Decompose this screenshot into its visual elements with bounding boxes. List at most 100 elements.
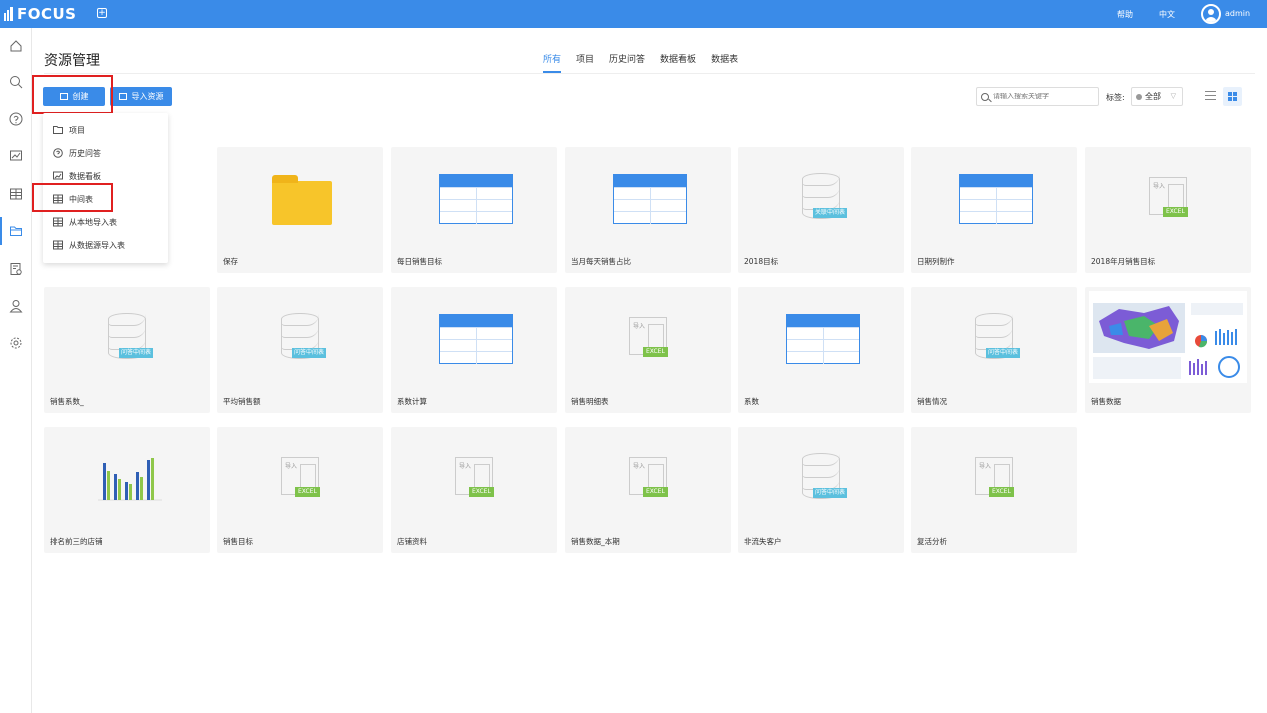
resource-card[interactable]: 保存 [217,147,383,273]
card-name: 复活分析 [917,537,947,546]
resource-card[interactable]: 导入 EXCEL 销售目标 [217,427,383,553]
table-thumbnail-icon [786,314,860,364]
question-icon [53,148,63,158]
database-thumbnail-icon: 问答中间表 [975,313,1021,359]
card-name: 销售系数_ [50,397,84,406]
highlight-create [32,75,113,114]
logo[interactable]: FOCUS [4,5,77,23]
resource-card[interactable]: 关联中间表 2018目标 [738,147,904,273]
table-thumbnail-icon [439,174,513,224]
tab-all[interactable]: 所有 [543,50,562,73]
db-badge: 关联中间表 [813,208,848,218]
import-badge: 导入 [979,463,992,470]
sidebar-item-qa[interactable] [0,101,32,137]
tab-dashboards[interactable]: 数据看板 [660,50,696,73]
help-link[interactable]: 帮助 [1117,9,1133,20]
home-icon [10,40,22,52]
new-tab-button[interactable]: + [97,8,107,18]
database-thumbnail-icon: 问答中间表 [108,313,154,359]
avatar[interactable] [1201,4,1221,24]
import-icon [118,93,127,100]
import-badge: 导入 [285,463,298,470]
sidebar-item-search[interactable] [0,64,32,100]
resource-card[interactable]: 问答中间表 非流失客户 [738,427,904,553]
grid-view-icon[interactable] [1223,87,1242,106]
tab-history-qa[interactable]: 历史问答 [609,50,645,73]
resource-card[interactable]: 导入 EXCEL 销售明细表 [565,287,731,413]
chevron-down-icon: ▽ [1170,92,1176,100]
highlight-intermediate-table [32,183,113,212]
table-thumbnail-icon [613,174,687,224]
sidebar-item-resources[interactable] [0,213,32,249]
folder-icon [53,126,63,134]
resource-card[interactable]: 当月每天销售占比 [565,147,731,273]
sidebar-item-home[interactable] [0,28,32,64]
table-icon [53,240,63,250]
tab-tables[interactable]: 数据表 [711,50,738,73]
excel-thumbnail-icon: 导入 EXCEL [629,317,668,357]
menu-item-import-local[interactable]: 从本地导入表 [53,215,117,229]
resource-card[interactable]: 问答中间表 销售情况 [911,287,1077,413]
search-icon [10,76,23,89]
resource-card[interactable]: 导入 EXCEL 2018年月销售目标 [1085,147,1251,273]
import-badge: 导入 [633,463,646,470]
resource-card[interactable]: 问答中间表销售系数_ [44,287,210,413]
search-icon [981,92,989,101]
bar-chart-thumbnail-icon [98,458,162,501]
database-thumbnail-icon: 问答中间表 [802,453,848,499]
sidebar-item-settings[interactable] [0,325,32,361]
language-link[interactable]: 中文 [1159,9,1175,20]
list-view-icon[interactable] [1205,91,1216,101]
menu-item-project[interactable]: 项目 [53,123,85,137]
table-icon [53,217,63,227]
card-name: 销售目标 [223,537,253,546]
db-badge: 问答中间表 [119,348,154,358]
tag-label: 标签: [1106,93,1125,102]
card-name: 系数计算 [397,397,427,406]
user-name[interactable]: admin [1225,9,1250,18]
menu-item-history-qa[interactable]: 历史问答 [53,146,101,160]
excel-thumbnail-icon: 导入 EXCEL [975,457,1014,497]
sidebar-item-dashboard[interactable] [0,138,32,174]
resource-card[interactable]: 系数 [738,287,904,413]
card-name: 当月每天销售占比 [571,257,631,266]
search-box[interactable] [976,87,1099,106]
excel-thumbnail-icon: 导入 EXCEL [455,457,494,497]
sidebar-item-users[interactable] [0,288,32,324]
card-name: 日期列制作 [917,257,955,266]
card-name: 2018年月销售目标 [1091,257,1156,266]
database-thumbnail-icon: 问答中间表 [281,313,327,359]
menu-item-label: 从数据源导入表 [69,240,125,250]
tab-projects[interactable]: 项目 [576,50,594,73]
dashboard-icon [10,150,22,161]
tag-select[interactable]: 全部 ▽ [1131,87,1183,106]
resource-card[interactable]: 导入 EXCEL 销售数据_本期 [565,427,731,553]
sidebar-item-table[interactable] [0,176,32,212]
excel-badge: EXCEL [1163,207,1188,217]
resource-card[interactable]: 系数计算 [391,287,557,413]
resource-card[interactable]: 日期列制作 [911,147,1077,273]
resource-card[interactable]: 每日销售目标 [391,147,557,273]
resource-card[interactable]: 导入 EXCEL 复活分析 [911,427,1077,553]
card-name: 销售数据 [1091,397,1121,406]
search-input[interactable] [993,93,1093,100]
logo-icon [4,7,14,21]
resource-tabs: 所有 项目 历史问答 数据看板 数据表 [543,50,753,73]
user-icon [9,300,23,313]
menu-item-dashboard[interactable]: 数据看板 [53,169,101,183]
db-badge: 问答中间表 [292,348,327,358]
import-resource-button[interactable]: 导入资源 [110,87,172,106]
resource-card[interactable]: 导入 EXCEL 店铺资料 [391,427,557,553]
top-bar: FOCUS + 帮助 中文 admin [0,0,1267,28]
db-badge: 问答中间表 [986,348,1021,358]
card-name: 销售数据_本期 [571,537,620,546]
document-gear-icon [10,263,22,275]
resource-card[interactable]: 销售数据 [1085,287,1251,413]
resource-card[interactable]: 问答中间表 平均销售额 [217,287,383,413]
card-name: 销售明细表 [571,397,609,406]
gear-icon [10,337,22,349]
resource-card[interactable]: 排名前三的店铺 [44,427,210,553]
menu-item-import-datasource[interactable]: 从数据源导入表 [53,238,125,252]
sidebar-item-settings-doc[interactable] [0,251,32,287]
import-button-label: 导入资源 [131,92,164,101]
